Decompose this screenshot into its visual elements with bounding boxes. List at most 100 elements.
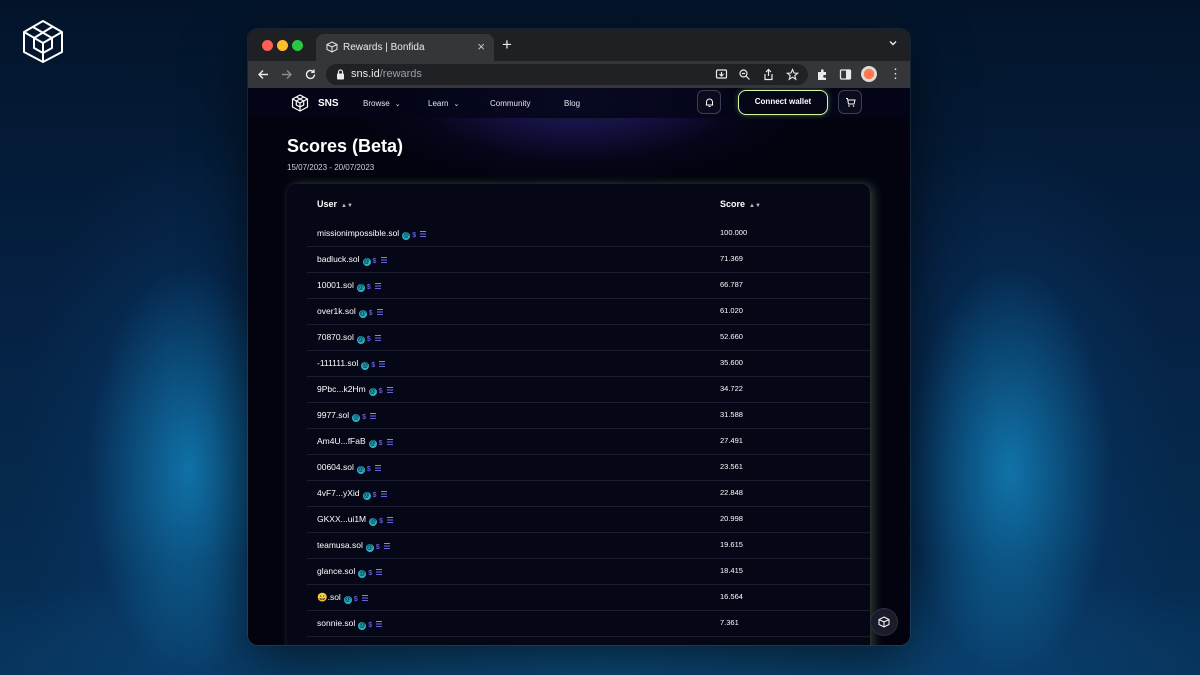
tab-search-chevron-icon[interactable] <box>888 38 898 48</box>
solana-badge-icon <box>376 621 383 627</box>
row-user[interactable]: badluck.sol @ $ <box>317 254 387 266</box>
row-user[interactable]: GKXX...ui1M @ $ <box>317 514 394 526</box>
nav-blog[interactable]: Blog <box>564 99 580 108</box>
extensions-puzzle-icon[interactable] <box>816 68 829 81</box>
back-arrow-icon[interactable] <box>257 68 270 81</box>
page-content: SNS Browse ⌄ Learn ⌄ Community Blog Connec… <box>248 88 910 645</box>
close-window-button[interactable] <box>262 40 273 51</box>
row-user-name: Am4U...fFaB <box>317 436 366 446</box>
url-host: sns.id <box>351 68 380 80</box>
table-row[interactable]: 70870.sol @ $ 52.660 <box>307 325 870 351</box>
forward-arrow-icon[interactable] <box>280 68 293 81</box>
site-header: SNS Browse ⌄ Learn ⌄ Community Blog Connec… <box>248 88 910 118</box>
row-user-name: over1k.sol <box>317 306 356 316</box>
row-user[interactable]: 9Pbc...k2Hm @ $ <box>317 384 393 396</box>
nav-browse[interactable]: Browse ⌄ <box>363 99 401 108</box>
dollar-badge-icon: $ <box>375 544 380 551</box>
maximize-window-button[interactable] <box>292 40 303 51</box>
zoom-icon[interactable] <box>738 68 751 81</box>
nav-learn[interactable]: Learn ⌄ <box>428 99 459 108</box>
sns-widget-icon <box>878 616 890 628</box>
sns-logo-icon <box>291 94 309 112</box>
connect-wallet-button[interactable]: Connect wallet <box>738 90 828 115</box>
profile-avatar[interactable] <box>861 66 877 82</box>
row-user[interactable]: 10001.sol @ $ <box>317 280 381 292</box>
table-row[interactable]: 9977.sol @ $31.588 <box>307 403 870 429</box>
table-row[interactable]: 4vF7...yXid @ $22.848 <box>307 481 870 507</box>
row-score: 100.000 <box>720 228 748 237</box>
column-header-score[interactable]: Score ▲▼ <box>720 199 761 209</box>
row-score: 52.660 <box>720 332 743 341</box>
table-row[interactable]: missionimpossible.sol @ $ 100.000 <box>307 221 870 247</box>
row-user[interactable]: glance.sol @ $ <box>317 566 383 578</box>
new-tab-button[interactable]: + <box>502 35 512 55</box>
cart-button[interactable] <box>838 90 862 114</box>
table-row[interactable]: over1k.sol @ $61.020 <box>307 299 870 325</box>
table-row[interactable]: sonnie.sol @ $7.361 <box>307 611 870 637</box>
table-row[interactable]: badluck.sol @ $ 71.369 <box>307 247 870 273</box>
table-row[interactable]: teamusa.sol @ $19.615 <box>307 533 870 559</box>
row-user-name: 70870.sol <box>317 332 354 342</box>
tab-close-icon[interactable]: × <box>477 39 485 54</box>
table-row[interactable]: 00604.sol @ $23.561 <box>307 455 870 481</box>
at-badge-icon: @ <box>368 440 377 448</box>
address-bar[interactable]: sns.id/rewards <box>326 64 808 85</box>
minimize-window-button[interactable] <box>277 40 288 51</box>
notifications-button[interactable] <box>697 90 721 114</box>
row-user[interactable]: missionimpossible.sol @ $ <box>317 228 427 240</box>
chevron-down-icon: ⌄ <box>453 101 460 108</box>
row-user-name: 9977.sol <box>317 410 350 420</box>
column-header-score-label: Score <box>720 199 746 209</box>
row-user-name: badluck.sol <box>317 254 360 264</box>
row-user-name: -111111.sol <box>317 358 359 368</box>
row-score: 27.491 <box>720 436 743 445</box>
solana-badge-icon <box>420 231 427 237</box>
lock-icon <box>337 69 344 80</box>
dollar-badge-icon: $ <box>379 518 384 525</box>
nav-community[interactable]: Community <box>490 99 530 108</box>
column-header-user[interactable]: User ▲▼ <box>317 199 353 209</box>
row-user[interactable]: 😀.sol @ $ <box>317 592 368 604</box>
browser-menu-icon[interactable]: ⋮ <box>889 67 902 80</box>
row-user[interactable]: 4vF7...yXid @ $ <box>317 488 387 500</box>
table-row[interactable]: 😀.sol @ $16.564 <box>307 585 870 611</box>
row-user-name: 9Pbc...k2Hm <box>317 384 366 394</box>
dollar-badge-icon: $ <box>366 284 371 291</box>
row-badges: @ $ <box>402 229 427 240</box>
row-user[interactable]: 70870.sol @ $ <box>317 332 381 344</box>
cart-icon <box>846 98 856 107</box>
table-row[interactable]: glance.sol @ $18.415 <box>307 559 870 585</box>
table-row[interactable]: -111111.sol @ $35.600 <box>307 351 870 377</box>
row-user[interactable]: 00604.sol @ $ <box>317 462 381 474</box>
at-badge-icon: @ <box>356 336 365 344</box>
browser-tab-active[interactable]: Rewards | Bonfida × <box>316 34 494 61</box>
row-user[interactable]: sonnie.sol @ $ <box>317 618 383 630</box>
table-row[interactable]: 9Pbc...k2Hm @ $34.722 <box>307 377 870 403</box>
install-app-icon[interactable] <box>715 68 728 81</box>
solana-badge-icon <box>370 413 377 419</box>
table-row[interactable]: 10001.sol @ $66.787 <box>307 273 870 299</box>
bookmark-star-icon[interactable] <box>786 68 799 81</box>
row-user[interactable]: over1k.sol @ $ <box>317 306 383 318</box>
reload-icon[interactable] <box>304 68 317 81</box>
row-user[interactable]: -111111.sol @ $ <box>317 358 386 370</box>
table-row[interactable]: Am4U...fFaB @ $ 27.491 <box>307 429 870 455</box>
row-user-name: missionimpossible.sol <box>317 228 400 238</box>
column-header-user-label: User <box>317 199 338 209</box>
row-badges: @ $ <box>356 463 381 474</box>
table-row[interactable]: GKXX...ui1M @ $20.998 <box>307 507 870 533</box>
row-user[interactable]: 9977.sol @ $ <box>317 410 377 422</box>
side-panel-icon[interactable] <box>839 68 852 81</box>
row-user[interactable]: Am4U...fFaB @ $ <box>317 436 393 448</box>
row-badges: @ $ <box>356 281 381 292</box>
row-badges: @ $ <box>358 567 383 578</box>
share-icon[interactable] <box>762 68 775 81</box>
browser-window: Rewards | Bonfida × + sns.id/rewards ⋮ S… <box>248 29 910 645</box>
help-widget-button[interactable] <box>871 609 897 635</box>
sort-icon: ▲▼ <box>341 203 353 209</box>
row-score: 71.369 <box>720 254 743 263</box>
dollar-badge-icon: $ <box>371 362 376 369</box>
row-user[interactable]: teamusa.sol @ $ <box>317 540 390 552</box>
dollar-badge-icon: $ <box>366 466 371 473</box>
at-badge-icon: @ <box>369 518 378 526</box>
